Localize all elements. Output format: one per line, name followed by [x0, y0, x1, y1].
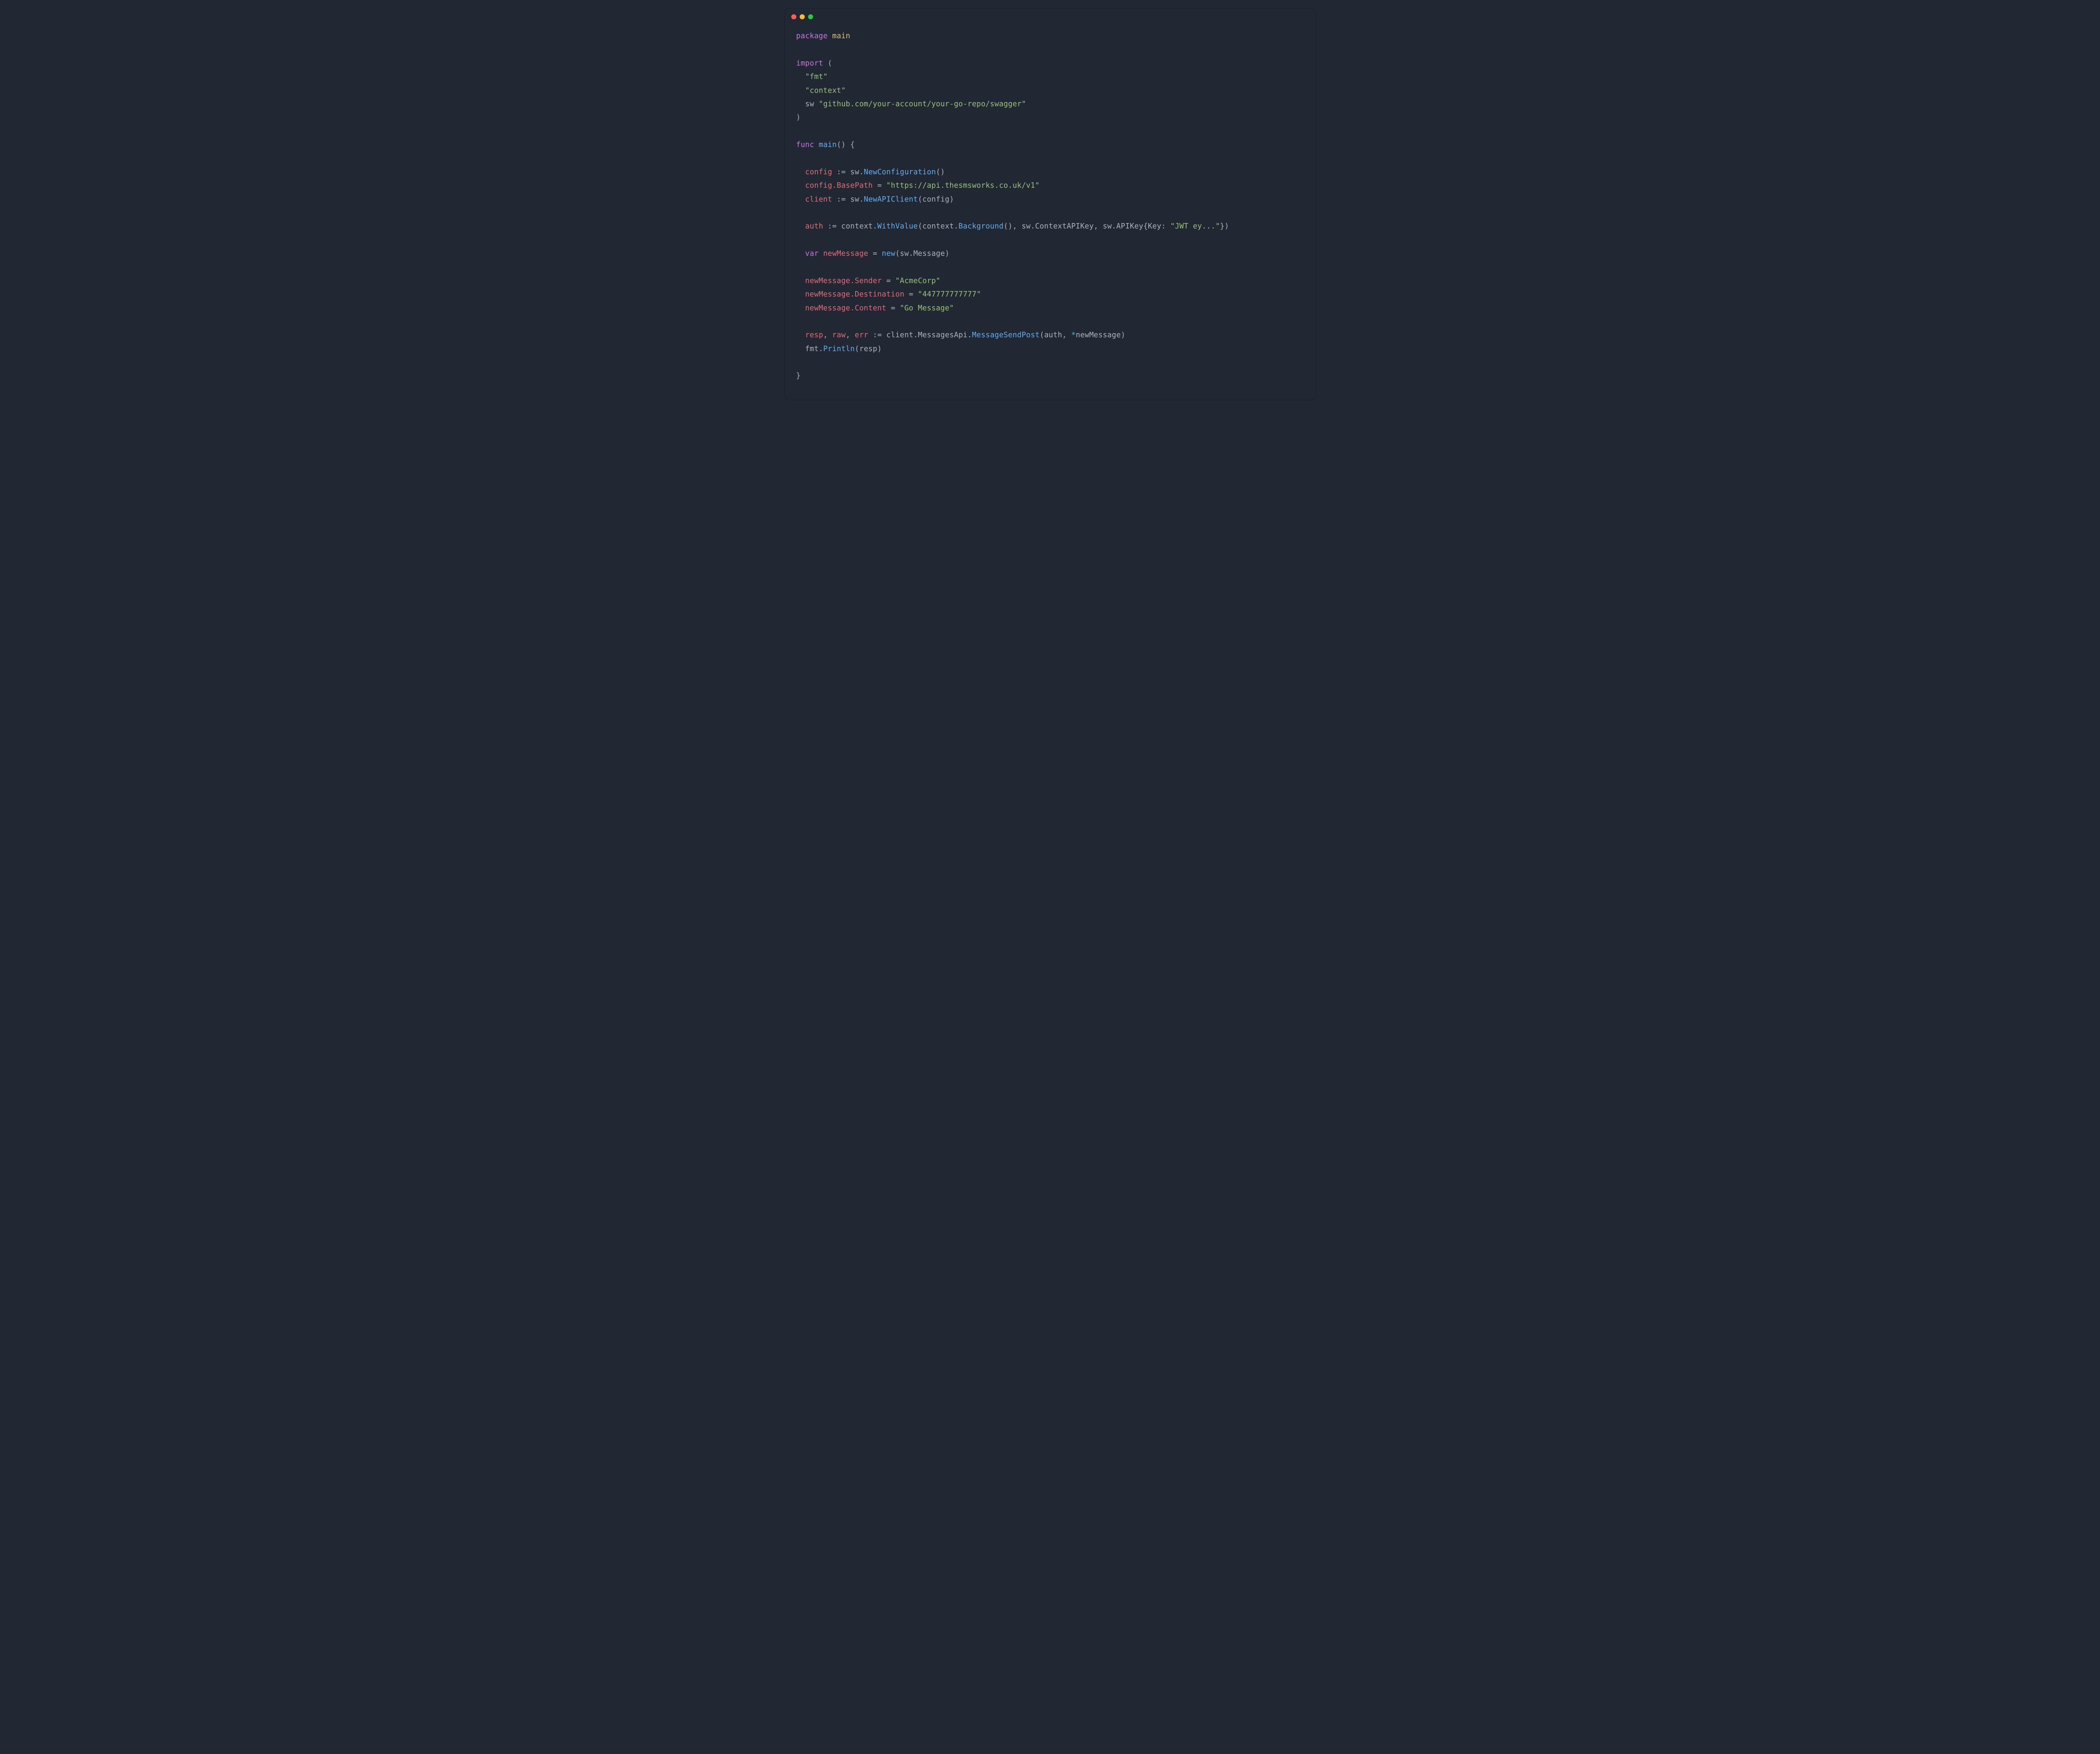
string-fmt: "fmt"	[805, 73, 828, 81]
assign: :=	[832, 168, 850, 176]
code-block: package main import ( "fmt" "context" sw…	[785, 21, 1316, 400]
string-import-path: "github.com/your-account/your-go-repo/sw…	[819, 100, 1026, 108]
newmessage-destination: newMessage.Destination	[805, 290, 904, 299]
call-newconfiguration: NewConfiguration	[864, 168, 936, 176]
close: })	[1220, 222, 1229, 231]
call-messagesendpost: MessageSendPost	[972, 331, 1040, 339]
deref-star: *	[1071, 331, 1076, 339]
func-rest: () {	[837, 141, 855, 149]
eq: =	[868, 249, 882, 258]
string-destination: "447777777777"	[918, 290, 981, 299]
open: (context.	[918, 222, 958, 231]
pkg-sw: sw.	[850, 195, 864, 204]
builtin-new: new	[882, 249, 895, 258]
alias-sw: sw	[805, 100, 819, 108]
var-raw: raw	[832, 331, 845, 339]
assign: :=	[868, 331, 886, 339]
parens: ()	[936, 168, 945, 176]
client-messagesapi: client.MessagesApi.	[886, 331, 972, 339]
paren: (	[823, 59, 832, 68]
assign: :=	[832, 195, 850, 204]
mid: (), sw.ContextAPIKey, sw.APIKey{Key:	[1003, 222, 1170, 231]
eq: =	[873, 181, 886, 190]
string-sender: "AcmeCorp"	[895, 277, 940, 285]
var-auth: auth	[805, 222, 823, 231]
config-basepath: config.BasePath	[805, 181, 873, 190]
assign: :=	[823, 222, 841, 231]
arg: (sw.Message)	[895, 249, 950, 258]
var-config: config	[805, 168, 832, 176]
string-jwt: "JWT ey..."	[1171, 222, 1220, 231]
open: (auth,	[1040, 331, 1071, 339]
newmessage-sender: newMessage.Sender	[805, 277, 882, 285]
close-icon[interactable]	[791, 14, 796, 19]
maximize-icon[interactable]	[808, 14, 813, 19]
func-main: main	[819, 141, 837, 149]
minimize-icon[interactable]	[800, 14, 805, 19]
string-content: "Go Message"	[900, 304, 954, 312]
string-context: "context"	[805, 87, 846, 95]
comma: ,	[846, 331, 855, 339]
arg: (resp)	[855, 345, 882, 353]
keyword-package: package	[796, 32, 828, 40]
call-println: Println	[823, 345, 855, 353]
call-background: Background	[958, 222, 1003, 231]
eq: =	[886, 304, 900, 312]
ident-main: main	[832, 32, 850, 40]
keyword-import: import	[796, 59, 823, 68]
var-client: client	[805, 195, 832, 204]
code-window: package main import ( "fmt" "context" sw…	[785, 8, 1316, 400]
brace-close: }	[796, 372, 801, 380]
comma: ,	[823, 331, 832, 339]
var-newmessage: newMessage	[819, 249, 868, 258]
paren-close: )	[796, 113, 801, 122]
var-err: err	[855, 331, 868, 339]
eq: =	[882, 277, 895, 285]
call-newapiclient: NewAPIClient	[864, 195, 918, 204]
call-withvalue: WithValue	[877, 222, 918, 231]
arg: (config)	[918, 195, 954, 204]
arg-newmessage: newMessage)	[1076, 331, 1125, 339]
eq: =	[904, 290, 918, 299]
keyword-func: func	[796, 141, 814, 149]
pkg-context: context.	[841, 222, 877, 231]
var-resp: resp	[805, 331, 823, 339]
newmessage-content: newMessage.Content	[805, 304, 886, 312]
window-titlebar	[785, 8, 1316, 21]
pkg-fmt: fmt.	[805, 345, 823, 353]
string-basepath: "https://api.thesmsworks.co.uk/v1"	[886, 181, 1040, 190]
pkg-sw: sw.	[850, 168, 864, 176]
keyword-var: var	[805, 249, 819, 258]
